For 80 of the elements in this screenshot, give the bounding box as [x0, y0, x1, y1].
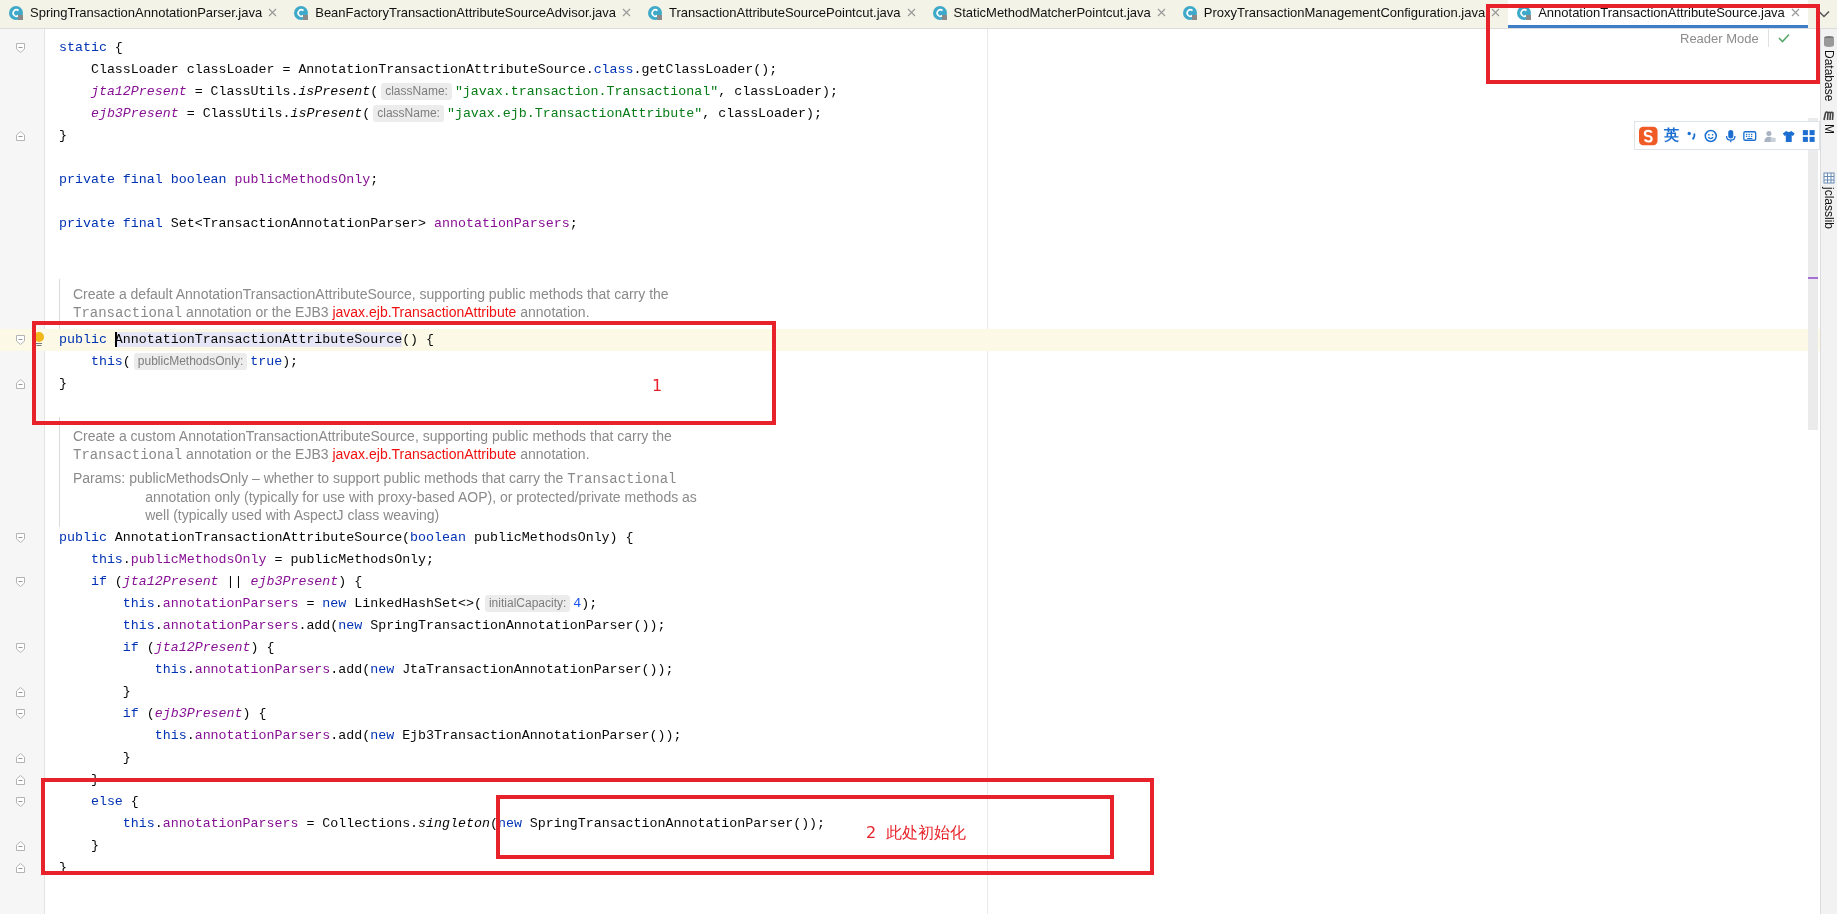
code-line: this.annotationParsers.add(new SpringTransactionAnnotationParser()); [121, 617, 666, 636]
scroll-marker [1808, 277, 1818, 279]
code-line: this.annotationParsers.add(new JtaTransactionAnnotationParser()); [153, 661, 674, 680]
editor-tab[interactable]: TransactionAttributeSourcePointcut.java [639, 0, 924, 28]
microphone-icon[interactable] [1723, 127, 1738, 144]
class-icon [931, 4, 948, 21]
code-line: else { [89, 793, 139, 812]
code-line: } [121, 749, 131, 768]
code-line: } [59, 127, 67, 145]
fold-icon[interactable] [16, 797, 25, 808]
annotation-label: 2 此处初始化 [866, 823, 967, 844]
code-line: ClassLoader classLoader = AnnotationTransactionAttributeSource.class.getClassLoader(); [89, 61, 778, 79]
database-icon [1823, 35, 1835, 47]
reader-mode-button[interactable]: Reader Mode [1680, 30, 1759, 46]
doc-text: Create a default AnnotationTransactionAttributeSource, supporting public methods that carry the [73, 286, 670, 304]
doc-text: publicMethodsOnly – whether to support public methods that carry the Transactional [129, 470, 678, 489]
code-line: this( publicMethodsOnly: true); [89, 352, 299, 373]
code-line: } [121, 683, 131, 702]
editor-tab[interactable]: BeanFactoryTransactionAttributeSourceAdvisor.java [285, 0, 640, 28]
code-line: this.annotationParsers.add(new Ejb3TransactionAnnotationParser()); [153, 727, 682, 746]
editor-tab[interactable]: SpringTransactionAnnotationParser.java [0, 0, 286, 28]
close-icon[interactable] [1156, 8, 1166, 17]
grid-icon [1823, 172, 1835, 185]
close-icon[interactable] [906, 8, 916, 17]
fold-icon[interactable] [16, 533, 25, 544]
editor-tab[interactable]: ProxyTransactionManagementConfiguration.java [1173, 0, 1509, 28]
doc-text: Create a custom AnnotationTransactionAttributeSource, supporting public methods that carry the [73, 428, 673, 446]
code-line: private final boolean publicMethodsOnly; [59, 171, 379, 189]
grid-icon[interactable] [1801, 127, 1816, 144]
tool-window-button[interactable]: Database [1822, 35, 1836, 102]
input-method-logo-icon[interactable] [1639, 124, 1658, 147]
fold-icon[interactable] [16, 577, 25, 588]
class-icon [8, 4, 24, 21]
fold-icon[interactable] [16, 643, 25, 654]
annotation-label: 1 [652, 376, 663, 395]
code-line: this.annotationParsers = new LinkedHashSet<>( initialCapacity: 4); [121, 594, 598, 615]
doc-text: annotation only (typically for use with proxy-based AOP), or protected/private methods as [144, 488, 697, 507]
code-line: public AnnotationTransactionAttributeSource(boolean publicMethodsOnly) { [59, 529, 634, 548]
editor-tab[interactable]: StaticMethodMatcherPointcut.java [923, 0, 1174, 28]
code-line: } [89, 837, 99, 856]
code-line: this.publicMethodsOnly = publicMethodsOnly; [89, 551, 435, 570]
code-line: jta12Present = ClassUtils.isPresent( className: "javax.transaction.Transactional", classLoader); [89, 82, 838, 102]
chevron-down-icon[interactable] [1817, 10, 1830, 18]
params-label: Params: [73, 470, 126, 489]
code-line: if (ejb3Present) { [121, 705, 267, 724]
code-line: } [59, 375, 67, 394]
tool-window-button[interactable]: M [1822, 109, 1836, 135]
doc-text: well (typically used with AspectJ class weaving) [144, 506, 441, 525]
class-icon [293, 4, 310, 21]
smiley-icon[interactable] [1704, 127, 1718, 144]
fold-icon[interactable] [16, 131, 25, 141]
language-toggle[interactable]: 英 [1663, 126, 1679, 145]
tool-window-button[interactable]: jclasslib [1822, 172, 1836, 230]
doc-text: Transactional annotation or the EJB3 javax.ejb.TransactionAttribute annotation. [73, 303, 591, 323]
code-line: ejb3Present = ClassUtils.isPresent( className: "javax.ejb.TransactionAttribute", classLoader); [89, 104, 822, 124]
fold-icon[interactable] [16, 43, 25, 53]
fold-icon[interactable] [16, 863, 25, 874]
close-icon[interactable] [1491, 8, 1501, 17]
fold-icon[interactable] [16, 335, 25, 346]
doc-link[interactable]: javax.ejb.TransactionAttribute [332, 445, 517, 462]
code-line: if (jta12Present || ejb3Present) { [89, 573, 363, 592]
fold-icon[interactable] [16, 709, 25, 720]
code-line: static { [59, 39, 123, 57]
scrollbar[interactable] [1808, 118, 1818, 430]
fold-icon[interactable] [16, 841, 25, 852]
doc-link[interactable]: javax.ejb.TransactionAttribute [332, 303, 517, 320]
class-icon [1181, 4, 1198, 21]
class-icon [647, 4, 664, 21]
code-line: if (jta12Present) { [121, 639, 275, 658]
fold-icon[interactable] [16, 687, 25, 698]
checkmark-icon[interactable] [1777, 33, 1790, 43]
fold-icon[interactable] [16, 775, 25, 786]
fold-icon[interactable] [16, 379, 25, 390]
close-icon[interactable] [1790, 8, 1800, 17]
code-line: private final Set<TransactionAnnotationParser> annotationParsers; [59, 215, 578, 233]
close-icon[interactable] [622, 8, 632, 17]
doc-text: Transactional annotation or the EJB3 javax.ejb.TransactionAttribute annotation. [73, 445, 591, 465]
maven-icon [1823, 109, 1835, 122]
close-icon[interactable] [268, 8, 278, 17]
fold-icon[interactable] [16, 753, 25, 764]
